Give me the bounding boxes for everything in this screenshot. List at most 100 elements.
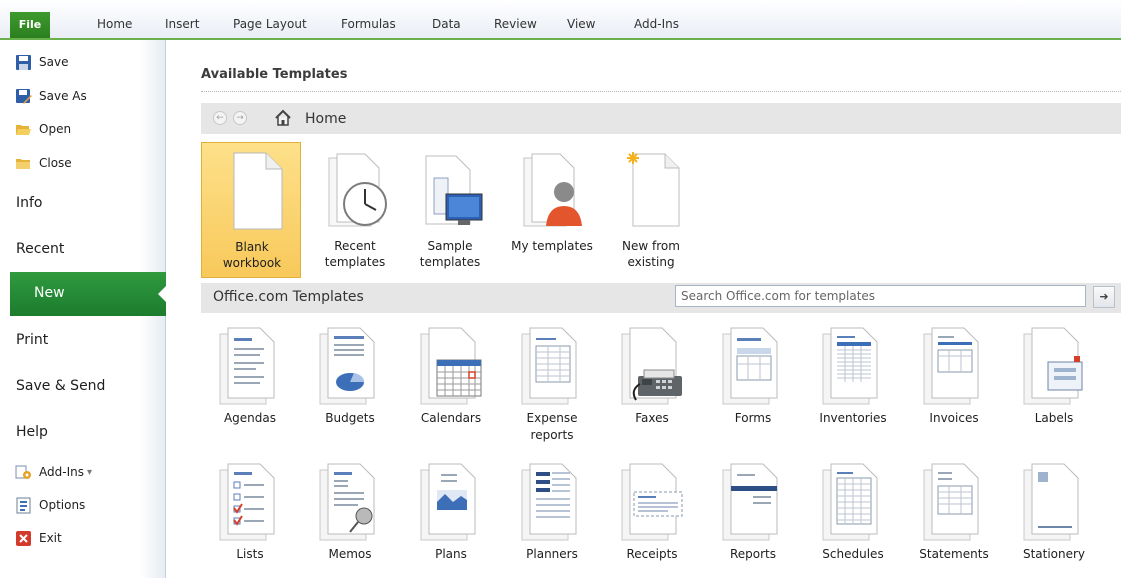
close-command[interactable]: Close: [15, 152, 72, 174]
template-label: Sample templates: [419, 239, 481, 269]
category-agendas[interactable]: Agendas: [200, 324, 300, 434]
category-schedules[interactable]: Schedules: [803, 460, 903, 570]
breadcrumb-home[interactable]: Home: [305, 111, 346, 127]
category-plans[interactable]: Plans: [401, 460, 501, 570]
sparkle-document-icon: [619, 148, 685, 230]
category-statements[interactable]: Statements: [904, 460, 1004, 570]
backstage-tab-info[interactable]: Info: [16, 195, 43, 211]
category-label: Planners: [526, 547, 578, 561]
category-invoices[interactable]: Invoices: [904, 324, 1004, 434]
category-faxes[interactable]: Faxes: [602, 324, 702, 434]
options-label: Options: [39, 498, 86, 512]
officecom-templates-bar: Office.com Templates ➜: [201, 283, 1121, 313]
category-label: Expense reports: [526, 411, 578, 442]
category-label: Plans: [435, 547, 467, 561]
schedules-icon: [817, 460, 889, 542]
category-budgets[interactable]: Budgets: [300, 324, 400, 434]
close-label: Close: [39, 156, 72, 170]
backstage-tab-recent[interactable]: Recent: [16, 241, 64, 257]
backstage-tab-new[interactable]: New: [10, 272, 166, 316]
options-command[interactable]: Options: [15, 494, 85, 516]
search-go-button[interactable]: ➜: [1093, 286, 1115, 308]
exit-icon: [15, 530, 32, 547]
category-lists[interactable]: Lists: [200, 460, 300, 570]
category-calendars[interactable]: Calendars: [401, 324, 501, 434]
template-recent[interactable]: Recent templates: [305, 142, 405, 278]
category-label: Lists: [236, 547, 264, 561]
search-input[interactable]: [675, 285, 1086, 307]
calendars-icon: [415, 324, 487, 406]
template-label: New from existing: [622, 239, 680, 269]
template-navigation-bar: ← → Home: [201, 103, 1121, 134]
blank-workbook-icon: [220, 149, 286, 231]
home-icon[interactable]: [274, 109, 292, 127]
forms-icon: [717, 324, 789, 406]
category-label: Receipts: [626, 547, 678, 561]
backstage-tab-print[interactable]: Print: [16, 332, 48, 348]
category-label: Budgets: [325, 411, 375, 425]
template-sample[interactable]: Sample templates: [400, 142, 500, 278]
tab-view[interactable]: View: [567, 17, 595, 31]
tab-review[interactable]: Review: [494, 17, 537, 31]
tab-insert[interactable]: Insert: [165, 17, 199, 31]
save-as-command[interactable]: Save As: [15, 85, 87, 107]
backstage-tab-save-send[interactable]: Save & Send: [16, 378, 105, 394]
tab-formulas[interactable]: Formulas: [341, 17, 396, 31]
save-as-icon: [15, 88, 32, 105]
template-blank-workbook[interactable]: Blank workbook: [201, 142, 301, 278]
category-labels[interactable]: Labels: [1004, 324, 1104, 434]
add-ins-label: Add-Ins: [39, 465, 84, 479]
category-forms[interactable]: Forms: [703, 324, 803, 434]
category-label: Forms: [734, 411, 772, 425]
tab-add-ins[interactable]: Add-Ins: [634, 17, 679, 31]
statements-icon: [918, 460, 990, 542]
invoices-icon: [918, 324, 990, 406]
open-command[interactable]: Open: [15, 118, 71, 140]
person-icon: [520, 148, 586, 230]
category-label: Statements: [919, 547, 989, 561]
open-label: Open: [39, 122, 72, 136]
category-label: Faxes: [635, 411, 669, 425]
options-icon: [15, 497, 32, 514]
monitor-icon: [418, 148, 484, 230]
template-my-templates[interactable]: My templates: [502, 142, 602, 278]
lists-icon: [214, 460, 286, 542]
backstage-tab-help[interactable]: Help: [16, 424, 48, 440]
category-label: Invoices: [929, 411, 979, 425]
back-arrow-icon[interactable]: ←: [213, 111, 227, 125]
forward-arrow-icon[interactable]: →: [233, 111, 247, 125]
category-memos[interactable]: Memos: [300, 460, 400, 570]
divider: [201, 91, 1121, 92]
officecom-title: Office.com Templates: [213, 289, 364, 305]
category-stationery[interactable]: Stationery: [1004, 460, 1104, 570]
template-new-from-existing[interactable]: New from existing: [601, 142, 701, 278]
category-label: Agendas: [223, 411, 277, 425]
expense-reports-icon: [516, 324, 588, 406]
category-label: Memos: [328, 547, 372, 561]
category-label: Reports: [729, 547, 777, 561]
clock-icon: [323, 148, 389, 230]
add-ins-icon: [15, 464, 32, 481]
category-expense-reports[interactable]: Expense reports: [502, 324, 602, 442]
save-icon: [15, 54, 32, 71]
labels-icon: [1018, 324, 1090, 406]
category-receipts[interactable]: Receipts: [602, 460, 702, 570]
ribbon-tab-bar: File Home Insert Page Layout Formulas Da…: [0, 0, 1121, 40]
template-label: Recent templates: [324, 239, 386, 269]
category-planners[interactable]: Planners: [502, 460, 602, 570]
category-label: Labels: [1034, 411, 1074, 425]
save-command[interactable]: Save: [15, 51, 68, 73]
file-tab[interactable]: File: [10, 12, 50, 38]
tab-data[interactable]: Data: [432, 17, 461, 31]
tab-page-layout[interactable]: Page Layout: [233, 17, 307, 31]
exit-command[interactable]: Exit: [15, 527, 62, 549]
backstage-tab-new-label: New: [34, 285, 65, 301]
tab-home[interactable]: Home: [97, 17, 132, 31]
category-inventories[interactable]: Inventories: [803, 324, 903, 434]
save-label: Save: [39, 55, 69, 69]
open-folder-icon: [15, 121, 32, 138]
category-reports[interactable]: Reports: [703, 460, 803, 570]
add-ins-command[interactable]: Add-Ins ▾: [15, 461, 92, 483]
category-label: Schedules: [822, 547, 884, 561]
plans-icon: [415, 460, 487, 542]
